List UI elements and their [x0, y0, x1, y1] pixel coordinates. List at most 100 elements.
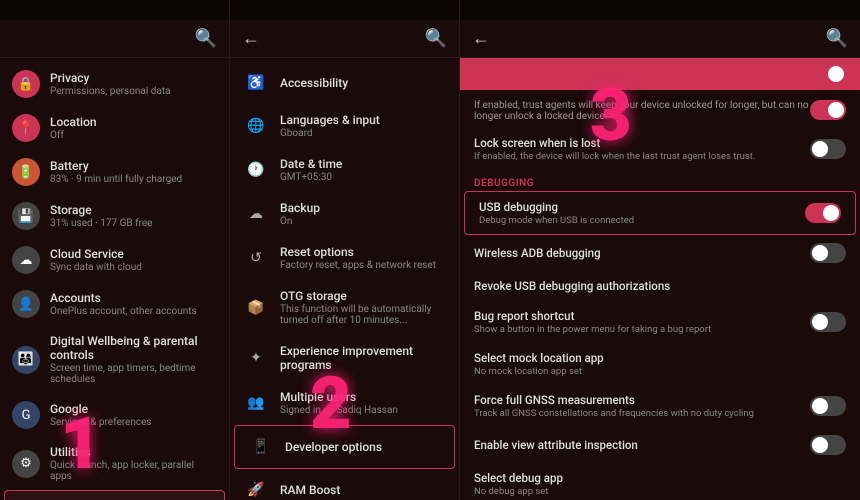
- sys-name-4: Reset options: [280, 245, 445, 259]
- system-item-accessibility[interactable]: ♿ Accessibility: [230, 62, 459, 104]
- settings-item-google[interactable]: G Google Services & preferences: [0, 393, 229, 437]
- settings-text-4: Cloud Service Sync data with cloud: [50, 247, 217, 273]
- dev-item-text-3: Bug report shortcut Show a button in the…: [474, 309, 810, 335]
- settings-item-utilities[interactable]: ⚙ Utilities Quick launch, app locker, pa…: [0, 437, 229, 490]
- settings-name-0: Privacy: [50, 71, 217, 85]
- debugging-section-label: DEBUGGING: [460, 170, 860, 191]
- back-arrow-dev[interactable]: ←: [472, 28, 490, 49]
- dev-option-wireless-adb-debuggi[interactable]: Wireless ADB debugging: [460, 235, 860, 271]
- sys-name-9: RAM Boost: [280, 483, 445, 497]
- dev-item-text-2: Revoke USB debugging authorizations: [474, 279, 846, 293]
- settings-text-1: Location Off: [50, 115, 217, 141]
- dev-item-sub-4: No mock location app set: [474, 366, 846, 377]
- dev-option-enable-view-attribut[interactable]: Enable view attribute inspection: [460, 427, 860, 463]
- lock-screen-sub: If enabled, the device will lock when th…: [474, 151, 810, 162]
- toggle-0[interactable]: [805, 203, 841, 223]
- sys-name-5: OTG storage: [280, 289, 445, 303]
- dev-item-text-0: USB debugging Debug mode when USB is con…: [479, 200, 805, 226]
- dev-on-row[interactable]: [460, 58, 860, 90]
- dev-item-sub-5: Track all GNSS constellations and freque…: [474, 408, 810, 419]
- lock-screen-row[interactable]: Lock screen when is lost If enabled, the…: [460, 128, 860, 170]
- settings-item-cloud-service[interactable]: ☁ Cloud Service Sync data with cloud: [0, 238, 229, 282]
- knob-0: [823, 205, 839, 221]
- system-item-otg-storage[interactable]: 📦 OTG storage This function will be auto…: [230, 280, 459, 335]
- panel-developer: ← 🔍 If enabled, trust agents will keep y…: [460, 0, 860, 500]
- sys-text-4: Reset options Factory reset, apps & netw…: [280, 245, 445, 271]
- settings-icon-5: 👤: [12, 290, 40, 318]
- dev-on-toggle[interactable]: [810, 64, 846, 84]
- search-icon-dev[interactable]: 🔍: [826, 28, 848, 49]
- dev-option-select-debug-app[interactable]: Select debug app No debug app set: [460, 463, 860, 500]
- sys-text-6: Experience improvement programs: [280, 344, 445, 372]
- trust-knob: [828, 102, 844, 118]
- trust-agent-text: If enabled, trust agents will keep your …: [474, 100, 810, 122]
- settings-text-7: Google Services & preferences: [50, 402, 217, 428]
- system-item-reset-options[interactable]: ↺ Reset options Factory reset, apps & ne…: [230, 236, 459, 280]
- search-icon-system[interactable]: 🔍: [425, 28, 447, 49]
- toggle-5[interactable]: [810, 396, 846, 416]
- toggle-1[interactable]: [810, 243, 846, 263]
- sys-name-3: Backup: [280, 201, 445, 215]
- back-arrow-system[interactable]: ←: [242, 28, 260, 49]
- sys-name-2: Date & time: [280, 157, 445, 171]
- settings-text-8: Utilities Quick launch, app locker, para…: [50, 445, 217, 482]
- dev-item-sub-3: Show a button in the power menu for taki…: [474, 324, 810, 335]
- dev-item-name-7: Select debug app: [474, 471, 846, 485]
- dev-item-text-4: Select mock location app No mock locatio…: [474, 351, 846, 377]
- system-item-experience-improveme[interactable]: ✦ Experience improvement programs: [230, 335, 459, 381]
- dev-item-text-1: Wireless ADB debugging: [474, 246, 810, 260]
- sys-text-7: Multiple users Signed in as Sadiq Hassan: [280, 390, 445, 416]
- trust-agent-toggle[interactable]: [810, 100, 846, 120]
- dev-item-name-0: USB debugging: [479, 200, 805, 214]
- settings-list: 🔒 Privacy Permissions, personal data 📍 L…: [0, 58, 229, 500]
- toggle-6[interactable]: [810, 435, 846, 455]
- settings-item-storage[interactable]: 💾 Storage 31% used · 177 GB free: [0, 194, 229, 238]
- dev-item-text-5: Force full GNSS measurements Track all G…: [474, 393, 810, 419]
- settings-name-2: Battery: [50, 159, 217, 173]
- sys-sub-4: Factory reset, apps & network reset: [280, 260, 445, 271]
- sys-text-9: RAM Boost: [280, 483, 445, 497]
- dev-item-name-4: Select mock location app: [474, 351, 846, 365]
- settings-item-battery[interactable]: 🔋 Battery 83% · 9 min until fully charge…: [0, 150, 229, 194]
- dev-option-select-mock-location[interactable]: Select mock location app No mock locatio…: [460, 343, 860, 385]
- system-item-ram-boost[interactable]: 🚀 RAM Boost: [230, 469, 459, 500]
- settings-item-system[interactable]: ⚙ System Language & keyboard, time, rese…: [4, 490, 225, 500]
- toggle-3[interactable]: [810, 312, 846, 332]
- settings-text-3: Storage 31% used · 177 GB free: [50, 203, 217, 229]
- settings-item-privacy[interactable]: 🔒 Privacy Permissions, personal data: [0, 62, 229, 106]
- system-item-date-&-time[interactable]: 🕐 Date & time GMT+05:30: [230, 148, 459, 192]
- settings-name-7: Google: [50, 402, 217, 416]
- settings-sub-2: 83% · 9 min until fully charged: [50, 174, 217, 185]
- dev-item-name-5: Force full GNSS measurements: [474, 393, 810, 407]
- sys-icon-8: 📱: [249, 435, 273, 459]
- sys-icon-5: 📦: [244, 296, 268, 320]
- dev-option-force-full-gnss-meas[interactable]: Force full GNSS measurements Track all G…: [460, 385, 860, 427]
- system-item-languages-&-input[interactable]: 🌐 Languages & input Gboard: [230, 104, 459, 148]
- sys-icon-6: ✦: [244, 346, 268, 370]
- system-item-developer-options[interactable]: 📱 Developer options: [234, 425, 455, 469]
- dev-option-bug-report-shortcut[interactable]: Bug report shortcut Show a button in the…: [460, 301, 860, 343]
- search-icon-settings[interactable]: 🔍: [195, 28, 217, 49]
- toggle-knob: [828, 66, 844, 82]
- settings-item-location[interactable]: 📍 Location Off: [0, 106, 229, 150]
- sys-name-8: Developer options: [285, 440, 440, 454]
- trust-agent-desc: If enabled, trust agents will keep your …: [474, 100, 810, 122]
- sys-icon-3: ☁: [244, 202, 268, 226]
- system-item-backup[interactable]: ☁ Backup On: [230, 192, 459, 236]
- settings-icon-8: ⚙: [12, 450, 40, 478]
- sys-text-1: Languages & input Gboard: [280, 113, 445, 139]
- dev-option-usb-debugging[interactable]: USB debugging Debug mode when USB is con…: [464, 191, 856, 235]
- system-item-multiple-users[interactable]: 👥 Multiple users Signed in as Sadiq Hass…: [230, 381, 459, 425]
- status-bar-3: [460, 0, 860, 20]
- dev-item-name-6: Enable view attribute inspection: [474, 438, 810, 452]
- dev-item-sub-7: No debug app set: [474, 486, 846, 497]
- settings-text-2: Battery 83% · 9 min until fully charged: [50, 159, 217, 185]
- sys-sub-2: GMT+05:30: [280, 172, 445, 183]
- panel-settings: 🔍 🔒 Privacy Permissions, personal data 📍…: [0, 0, 230, 500]
- lock-screen-toggle[interactable]: [810, 139, 846, 159]
- settings-item-accounts[interactable]: 👤 Accounts OnePlus account, other accoun…: [0, 282, 229, 326]
- sys-sub-1: Gboard: [280, 128, 445, 139]
- settings-item-digital-wellbeing-&-[interactable]: 👨‍👩‍👧 Digital Wellbeing & parental contr…: [0, 326, 229, 393]
- dev-option-revoke-usb-debugging[interactable]: Revoke USB debugging authorizations: [460, 271, 860, 301]
- settings-text-6: Digital Wellbeing & parental controls Sc…: [50, 334, 217, 385]
